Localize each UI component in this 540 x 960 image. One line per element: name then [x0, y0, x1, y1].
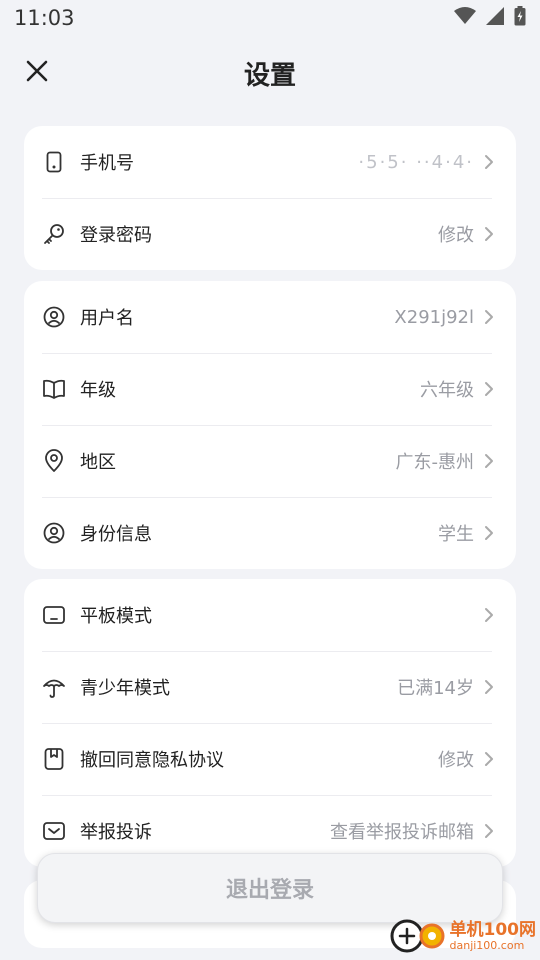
profile-card: 用户名 X291j92l 年级 六年级 地区 广东-惠州 身份信息 学生: [24, 281, 516, 569]
watermark-logo-icon: [388, 916, 446, 958]
row-phone[interactable]: 手机号 ·5·5· ··4·4·: [24, 126, 516, 198]
close-icon: [26, 60, 48, 86]
location-icon: [42, 449, 66, 473]
identity-icon: [42, 521, 66, 545]
chevron-right-icon: [484, 154, 494, 170]
battery-icon: [514, 6, 526, 30]
row-value: 查看举报投诉邮箱: [330, 822, 474, 843]
umbrella-icon: [42, 675, 66, 699]
row-value: 六年级: [420, 380, 474, 401]
row-label: 平板模式: [80, 606, 152, 627]
row-privacy-withdraw[interactable]: 撤回同意隐私协议 修改: [24, 723, 516, 795]
chevron-right-icon: [484, 679, 494, 695]
row-tablet-mode[interactable]: 平板模式: [24, 579, 516, 651]
row-label: 青少年模式: [80, 678, 170, 699]
row-value: 修改: [438, 225, 474, 246]
chevron-right-icon: [484, 381, 494, 397]
status-bar: 11:03: [0, 0, 540, 36]
row-value: 广东-惠州: [395, 452, 475, 473]
page-title: 设置: [243, 60, 296, 91]
row-value: 修改: [438, 750, 474, 771]
tablet-icon: [42, 603, 66, 627]
key-icon: [42, 222, 66, 246]
row-teen-mode[interactable]: 青少年模式 已满14岁: [24, 651, 516, 723]
watermark: 单机100网 danji100.com: [388, 916, 537, 958]
watermark-text: 单机100网 danji100.com: [449, 920, 537, 953]
chevron-right-icon: [484, 823, 494, 839]
chevron-right-icon: [484, 309, 494, 325]
phone-icon: [42, 150, 66, 174]
status-icons: [454, 6, 526, 30]
row-value: 已满14岁: [397, 678, 474, 699]
row-label: 登录密码: [80, 225, 152, 246]
close-button[interactable]: [20, 56, 54, 90]
row-label: 手机号: [80, 153, 134, 174]
status-time: 11:03: [14, 6, 75, 30]
bookmark-icon: [42, 747, 66, 771]
book-icon: [42, 377, 66, 401]
signal-icon: [486, 7, 504, 29]
chevron-right-icon: [484, 453, 494, 469]
chevron-right-icon: [484, 226, 494, 242]
row-password[interactable]: 登录密码 修改: [24, 198, 516, 270]
wifi-icon: [454, 7, 476, 29]
account-card: 手机号 ·5·5· ··4·4· 登录密码 修改: [24, 126, 516, 270]
phone-value: ·5·5· ··4·4·: [358, 151, 474, 173]
logout-button[interactable]: 退出登录: [37, 853, 503, 923]
row-grade[interactable]: 年级 六年级: [24, 353, 516, 425]
row-username[interactable]: 用户名 X291j92l: [24, 281, 516, 353]
row-region[interactable]: 地区 广东-惠州: [24, 425, 516, 497]
row-identity[interactable]: 身份信息 学生: [24, 497, 516, 569]
user-icon: [42, 305, 66, 329]
mail-icon: [42, 819, 66, 843]
row-value: X291j92l: [394, 306, 474, 328]
row-label: 举报投诉: [80, 822, 152, 843]
row-label: 用户名: [80, 308, 134, 329]
watermark-title: 单机100网: [449, 920, 537, 941]
chevron-right-icon: [484, 607, 494, 623]
watermark-url: danji100.com: [449, 939, 525, 953]
row-label: 撤回同意隐私协议: [80, 750, 224, 771]
row-label: 地区: [80, 452, 116, 473]
chevron-right-icon: [484, 525, 494, 541]
header: 设置: [0, 44, 540, 102]
row-label: 年级: [80, 380, 116, 401]
row-label: 身份信息: [80, 524, 152, 545]
chevron-right-icon: [484, 751, 494, 767]
row-value: 学生: [438, 524, 474, 545]
settings-card: 平板模式 青少年模式 已满14岁 撤回同意隐私协议 修改 举报投诉 查看举报投诉…: [24, 579, 516, 867]
